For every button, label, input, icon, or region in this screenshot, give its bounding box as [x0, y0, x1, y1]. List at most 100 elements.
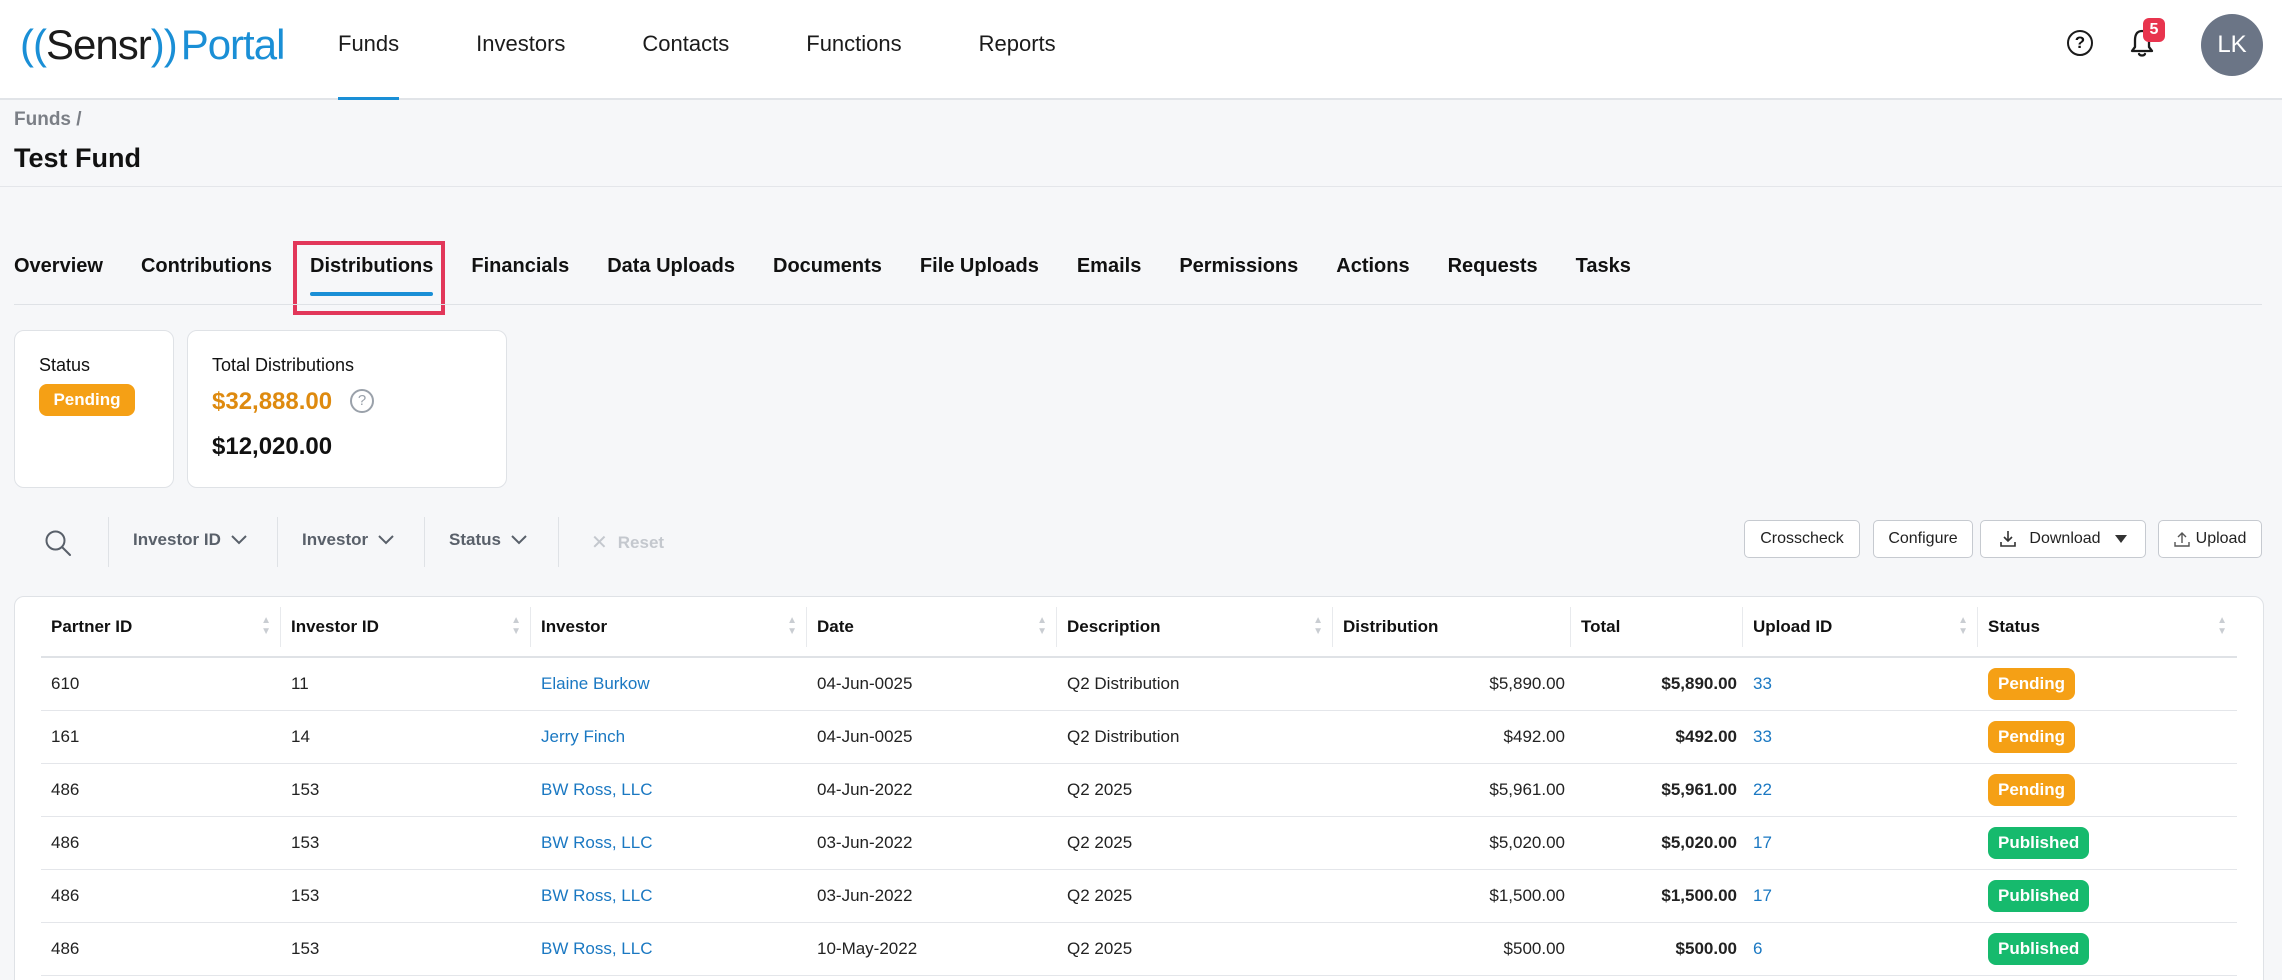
- nav-funds[interactable]: Funds: [338, 0, 400, 100]
- reset-filters-button[interactable]: ✕ Reset: [591, 530, 664, 555]
- sort-icon[interactable]: ▲ ▼: [1037, 615, 1047, 637]
- filter-investor-id[interactable]: Investor ID: [133, 530, 247, 550]
- upload-id-link[interactable]: 33: [1753, 727, 1772, 746]
- cell-upload-id: 17: [1743, 869, 1978, 923]
- cell-investor-id: 14: [281, 710, 531, 764]
- download-icon: [2000, 531, 2017, 547]
- cell-investor-id: 153: [281, 869, 531, 923]
- sort-icon[interactable]: ▲ ▼: [787, 615, 797, 637]
- cell-description: Q2 2025: [1057, 816, 1333, 870]
- column-header-partner-id[interactable]: Partner ID ▲ ▼: [41, 597, 281, 658]
- filter-investor-id-label: Investor ID: [133, 530, 221, 549]
- sort-icon[interactable]: ▲ ▼: [511, 615, 521, 637]
- cell-description: Q2 Distribution: [1057, 710, 1333, 764]
- investor-link[interactable]: BW Ross, LLC: [541, 833, 652, 852]
- cell-distribution: $5,020.00: [1333, 816, 1571, 870]
- crosscheck-button[interactable]: Crosscheck: [1744, 520, 1860, 558]
- upload-icon: [2173, 532, 2190, 547]
- user-avatar[interactable]: LK: [2201, 14, 2263, 76]
- question-circle-icon[interactable]: ?: [2067, 30, 2093, 56]
- sort-icon[interactable]: ▲ ▼: [1313, 615, 1323, 637]
- search-icon[interactable]: [44, 529, 72, 557]
- investor-link[interactable]: BW Ross, LLC: [541, 780, 652, 799]
- filter-status[interactable]: Status: [449, 530, 527, 550]
- download-button[interactable]: Download: [1980, 520, 2146, 558]
- cell-description: Q2 Distribution: [1057, 657, 1333, 711]
- tab-file-uploads[interactable]: File Uploads: [920, 236, 1039, 296]
- tab-requests[interactable]: Requests: [1448, 236, 1538, 296]
- investor-link[interactable]: BW Ross, LLC: [541, 886, 652, 905]
- column-header-label: Investor: [541, 616, 608, 636]
- question-circle-icon[interactable]: ?: [350, 389, 374, 413]
- sensr-portal-logo[interactable]: ((Sensr)) Portal: [20, 20, 285, 70]
- upload-id-link[interactable]: 33: [1753, 674, 1772, 693]
- upload-button[interactable]: Upload: [2158, 520, 2262, 558]
- investor-link[interactable]: BW Ross, LLC: [541, 939, 652, 958]
- status-badge: Pending: [1988, 773, 2076, 806]
- investor-link[interactable]: Jerry Finch: [541, 727, 625, 746]
- nav-reports[interactable]: Reports: [979, 0, 1056, 100]
- table-row[interactable]: 486 153 BW Ross, LLC 03-Jun-2022 Q2 2025…: [41, 869, 2237, 923]
- column-header-upload-id[interactable]: Upload ID ▲ ▼: [1743, 597, 1978, 658]
- cell-description: Q2 2025: [1057, 922, 1333, 976]
- cell-date: 10-May-2022: [807, 922, 1057, 976]
- cell-upload-id: 33: [1743, 710, 1978, 764]
- logo-sensr: Sensr: [45, 21, 152, 68]
- table-row[interactable]: 610 11 Elaine Burkow 04-Jun-0025 Q2 Dist…: [41, 657, 2237, 711]
- tab-permissions[interactable]: Permissions: [1179, 236, 1298, 296]
- tab-actions[interactable]: Actions: [1336, 236, 1409, 296]
- cell-distribution: $500.00: [1333, 922, 1571, 976]
- upload-id-link[interactable]: 22: [1753, 780, 1772, 799]
- cell-investor: Jerry Finch: [531, 710, 807, 764]
- cell-total: $492.00: [1571, 710, 1743, 764]
- column-header-date[interactable]: Date ▲ ▼: [807, 597, 1057, 658]
- cell-investor: BW Ross, LLC: [531, 816, 807, 870]
- nav-investors[interactable]: Investors: [476, 0, 565, 100]
- sort-icon[interactable]: ▲ ▼: [1958, 615, 1968, 637]
- tab-tasks[interactable]: Tasks: [1576, 236, 1631, 296]
- status-badge: Pending: [39, 384, 135, 416]
- sort-icon[interactable]: ▲ ▼: [2217, 615, 2227, 637]
- cell-partner-id: 610: [41, 657, 281, 711]
- nav-functions[interactable]: Functions: [806, 0, 901, 100]
- cell-status: Published: [1978, 816, 2237, 870]
- chevron-down-icon: [378, 535, 394, 545]
- upload-id-link[interactable]: 17: [1753, 833, 1772, 852]
- table-row[interactable]: 486 153 BW Ross, LLC 03-Jun-2022 Q2 2025…: [41, 816, 2237, 870]
- table-row[interactable]: 486 153 BW Ross, LLC 10-May-2022 Q2 2025…: [41, 922, 2237, 976]
- sort-icon[interactable]: ▲ ▼: [261, 615, 271, 637]
- column-header-label: Upload ID: [1753, 616, 1833, 636]
- column-header-label: Total: [1581, 616, 1621, 636]
- table-row[interactable]: 161 14 Jerry Finch 04-Jun-0025 Q2 Distri…: [41, 710, 2237, 764]
- tab-emails[interactable]: Emails: [1077, 236, 1141, 296]
- breadcrumb[interactable]: Funds /: [14, 109, 82, 131]
- configure-button[interactable]: Configure: [1873, 520, 1973, 558]
- main-nav: Funds Investors Contacts Functions Repor…: [338, 0, 1133, 100]
- toolbar-divider: [277, 517, 278, 567]
- table-row[interactable]: 486 153 BW Ross, LLC 04-Jun-2022 Q2 2025…: [41, 763, 2237, 817]
- cell-total: $5,961.00: [1571, 763, 1743, 817]
- column-header-status[interactable]: Status ▲ ▼: [1978, 597, 2237, 658]
- investor-link[interactable]: Elaine Burkow: [541, 674, 650, 693]
- cell-total: $5,020.00: [1571, 816, 1743, 870]
- upload-id-link[interactable]: 17: [1753, 886, 1772, 905]
- tab-data-uploads[interactable]: Data Uploads: [607, 236, 735, 296]
- filter-investor[interactable]: Investor: [302, 530, 394, 550]
- total-distributions-amount-pending: $32,888.00: [212, 388, 333, 415]
- distributions-table-container: Partner ID ▲ ▼ Investor ID ▲ ▼ Investor ▲ ▼ Da…: [14, 596, 2264, 980]
- tab-contributions[interactable]: Contributions: [141, 236, 272, 296]
- tab-documents[interactable]: Documents: [773, 236, 882, 296]
- column-header-investor[interactable]: Investor ▲ ▼: [531, 597, 807, 658]
- column-header-label: Description: [1067, 616, 1161, 636]
- cell-partner-id: 486: [41, 763, 281, 817]
- cell-total: $5,890.00: [1571, 657, 1743, 711]
- cell-date: 04-Jun-2022: [807, 763, 1057, 817]
- nav-contacts[interactable]: Contacts: [642, 0, 729, 100]
- upload-id-link[interactable]: 6: [1753, 939, 1762, 958]
- tabs-divider: [14, 304, 2262, 305]
- tab-financials[interactable]: Financials: [471, 236, 569, 296]
- column-header-description[interactable]: Description ▲ ▼: [1057, 597, 1333, 658]
- cell-status: Pending: [1978, 763, 2237, 817]
- tab-overview[interactable]: Overview: [14, 236, 103, 296]
- column-header-investor-id[interactable]: Investor ID ▲ ▼: [281, 597, 531, 658]
